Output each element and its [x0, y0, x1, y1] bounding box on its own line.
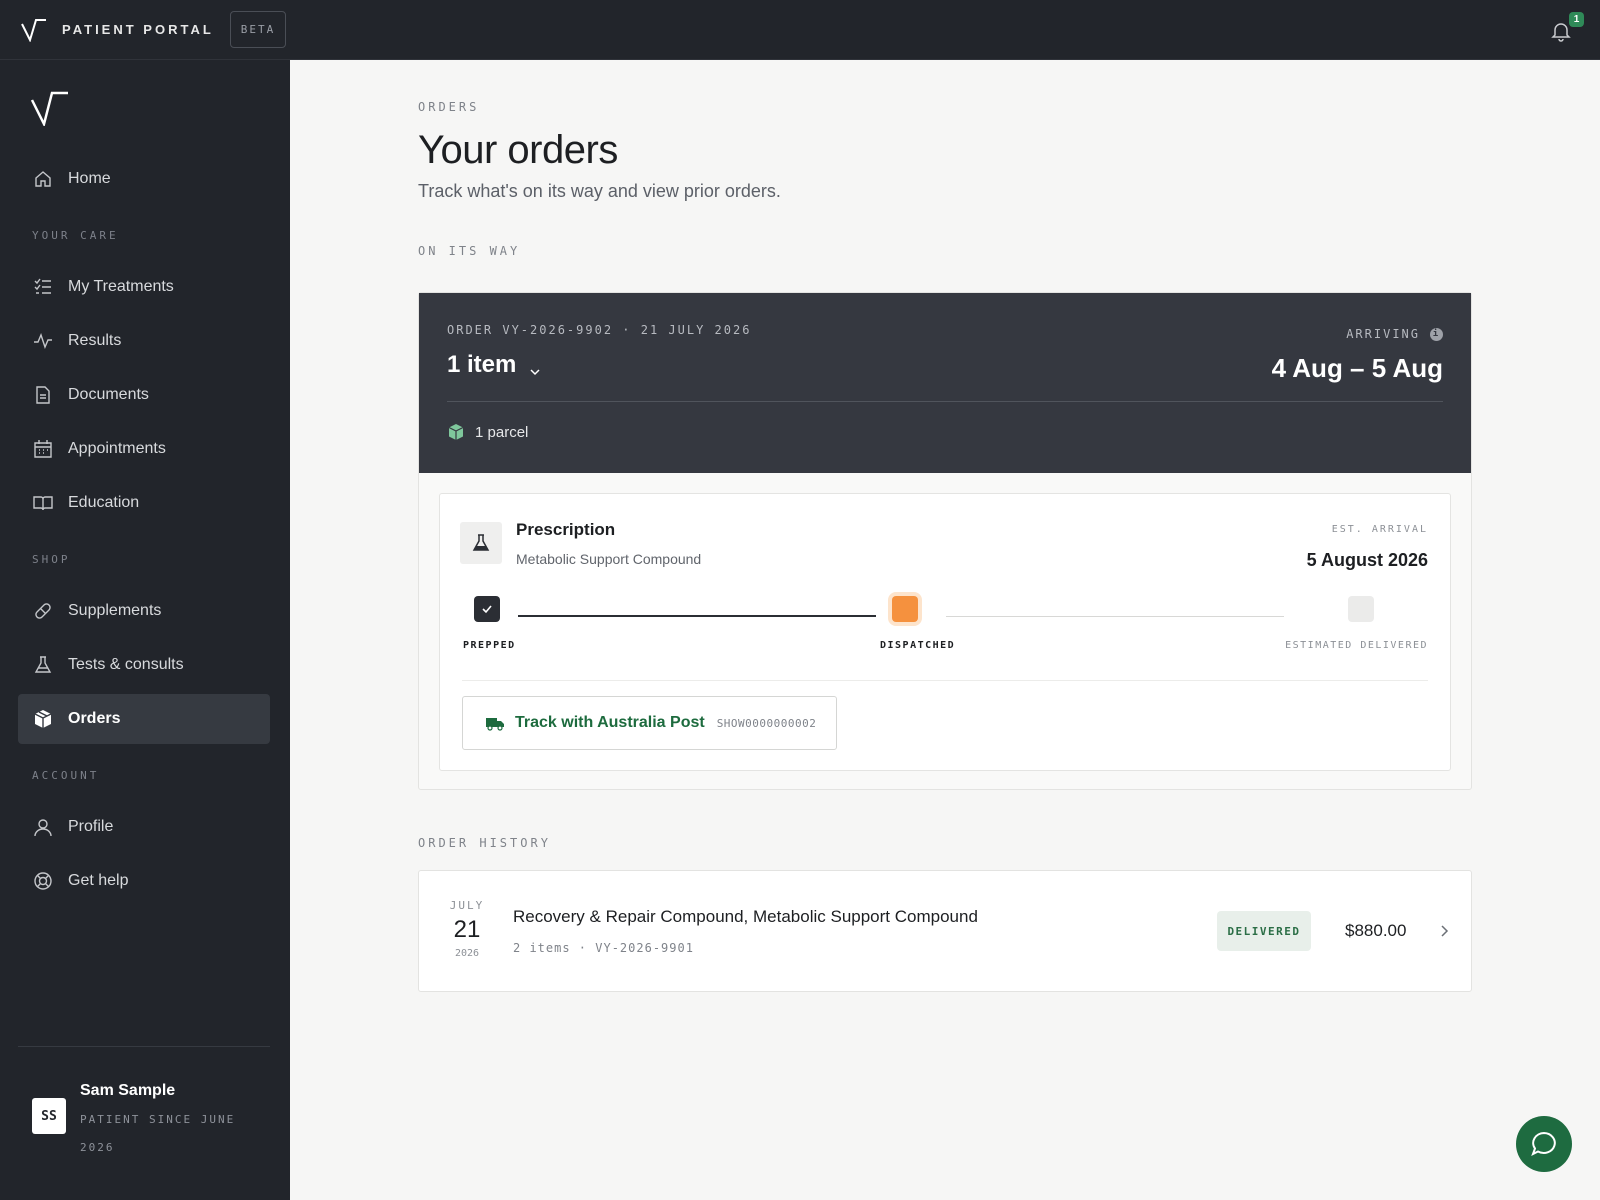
order-month: JULY [449, 899, 485, 912]
step-delivered-marker [1348, 596, 1374, 622]
flask-icon [460, 522, 502, 564]
page-subtitle: Track what's on its way and view prior o… [418, 181, 781, 201]
step-label-prepped: PREPPED [463, 640, 516, 651]
sidebar-item-home[interactable]: Home [18, 154, 270, 204]
sidebar: Home YOUR CARE My Treatments Results Doc… [0, 60, 290, 1200]
order-history-label: ORDER HISTORY [418, 836, 551, 850]
progress-line-complete [518, 615, 876, 617]
book-icon [32, 492, 54, 514]
beta-badge: BETA [229, 11, 287, 48]
sidebar-item-results[interactable]: Results [18, 316, 270, 366]
progress-line-pending [946, 616, 1284, 617]
sidebar-item-get-help[interactable]: Get help [18, 856, 270, 906]
arriving-range: 4 Aug – 5 Aug [1271, 353, 1443, 383]
sidebar-divider [18, 1046, 270, 1047]
order-header: ORDER VY-2026-9902 · 21 JULY 2026 1 item… [419, 293, 1471, 473]
sidebar-logo-icon[interactable] [30, 90, 70, 128]
flask-icon [32, 654, 54, 676]
est-arrival-date: 5 August 2026 [1306, 550, 1428, 570]
user-profile[interactable]: SS Sam Sample PATIENT SINCE JUNE 2026 [32, 1082, 240, 1162]
item-title: Prescription [516, 520, 616, 539]
item-subtitle: Metabolic Support Compound [516, 551, 702, 567]
sidebar-item-education[interactable]: Education [18, 478, 270, 528]
app-title: PATIENT PORTAL [62, 22, 214, 37]
lifebuoy-icon [32, 870, 54, 892]
chevron-right-icon [1437, 923, 1451, 939]
activity-icon [32, 330, 54, 352]
order-history-row[interactable]: JULY 21 2026 Recovery & Repair Compound,… [418, 870, 1472, 992]
sidebar-item-label: Appointments [68, 440, 166, 457]
parcel-info: 1 parcel [447, 423, 528, 441]
sidebar-item-label: Documents [68, 386, 149, 403]
truck-icon [485, 715, 505, 731]
step-label-delivered: ESTIMATED DELIVERED [1285, 640, 1428, 651]
sidebar-item-tests-consults[interactable]: Tests & consults [18, 640, 270, 690]
sidebar-item-label: Supplements [68, 602, 162, 619]
notification-count-badge: 1 [1569, 12, 1584, 27]
sidebar-item-label: Profile [68, 818, 114, 835]
sidebar-item-profile[interactable]: Profile [18, 802, 270, 852]
nav-section-shop: SHOP [32, 552, 71, 566]
page-title: Your orders [418, 128, 618, 172]
step-prepped-marker [474, 596, 500, 622]
home-icon [32, 168, 54, 190]
sidebar-item-label: Get help [68, 872, 129, 889]
track-label: Track with Australia Post [515, 714, 705, 731]
sidebar-item-my-treatments[interactable]: My Treatments [18, 262, 270, 312]
chevron-down-icon [528, 358, 542, 376]
item-divider [462, 680, 1428, 681]
on-its-way-label: ON ITS WAY [418, 244, 521, 258]
sidebar-item-appointments[interactable]: Appointments [18, 424, 270, 474]
order-meta: 2 items · VY-2026-9901 [513, 941, 694, 955]
top-bar: PATIENT PORTAL BETA 1 [0, 0, 1600, 60]
user-icon [32, 816, 54, 838]
chat-button[interactable] [1516, 1116, 1572, 1172]
user-name: Sam Sample [80, 1082, 176, 1099]
sidebar-item-label: Results [68, 332, 122, 349]
sidebar-item-orders[interactable]: Orders [18, 694, 270, 744]
calendar-icon [32, 438, 54, 460]
est-arrival-label: EST. ARRIVAL [1331, 524, 1428, 535]
page-eyebrow: ORDERS [418, 100, 480, 114]
sidebar-nav: Home YOUR CARE My Treatments Results Doc… [18, 154, 270, 910]
tracking-number: SHOW0000000002 [716, 716, 817, 730]
prescription-item-card: Prescription Metabolic Support Compound … [439, 493, 1451, 771]
order-day: 21 [453, 916, 481, 943]
info-icon[interactable]: i [1430, 327, 1443, 341]
package-icon [32, 708, 54, 730]
document-icon [32, 384, 54, 406]
user-since: PATIENT SINCE JUNE 2026 [80, 1113, 236, 1154]
avatar: SS [32, 1098, 66, 1134]
step-label-dispatched: DISPATCHED [880, 640, 956, 651]
order-date: JULY 21 2026 [439, 899, 495, 959]
order-year: 2026 [454, 948, 480, 959]
chat-bubble-icon [1531, 1131, 1556, 1157]
items-count: 1 item [447, 351, 517, 378]
header-divider [447, 401, 1443, 402]
parcel-count: 1 parcel [475, 423, 529, 441]
step-dispatched-marker [892, 596, 918, 622]
arriving-label: ARRIVING [1346, 327, 1420, 341]
arriving-block: ARRIVING i 4 Aug – 5 Aug [1272, 327, 1443, 384]
sidebar-item-label: Education [68, 494, 140, 511]
status-badge: DELIVERED [1217, 911, 1311, 951]
pill-icon [32, 600, 54, 622]
nav-section-account: ACCOUNT [32, 768, 100, 782]
parcel-icon [447, 423, 465, 441]
sidebar-item-supplements[interactable]: Supplements [18, 586, 270, 636]
sidebar-item-label: My Treatments [68, 278, 174, 295]
order-title: Recovery & Repair Compound, Metabolic Su… [513, 907, 978, 926]
sidebar-item-label: Tests & consults [68, 656, 184, 673]
check-icon [482, 605, 492, 614]
logo-icon[interactable] [20, 16, 48, 44]
sidebar-item-documents[interactable]: Documents [18, 370, 270, 420]
order-amount: $880.00 [1345, 921, 1407, 940]
main-content: ORDERS Your orders Track what's on its w… [418, 100, 1472, 258]
checklist-icon [32, 276, 54, 298]
nav-section-your-care: YOUR CARE [32, 228, 119, 242]
sidebar-item-label: Home [68, 170, 111, 187]
sidebar-item-label: Orders [68, 710, 121, 727]
track-shipment-button[interactable]: Track with Australia Post SHOW0000000002 [462, 696, 837, 750]
active-order-card: ORDER VY-2026-9902 · 21 JULY 2026 1 item… [418, 292, 1472, 790]
